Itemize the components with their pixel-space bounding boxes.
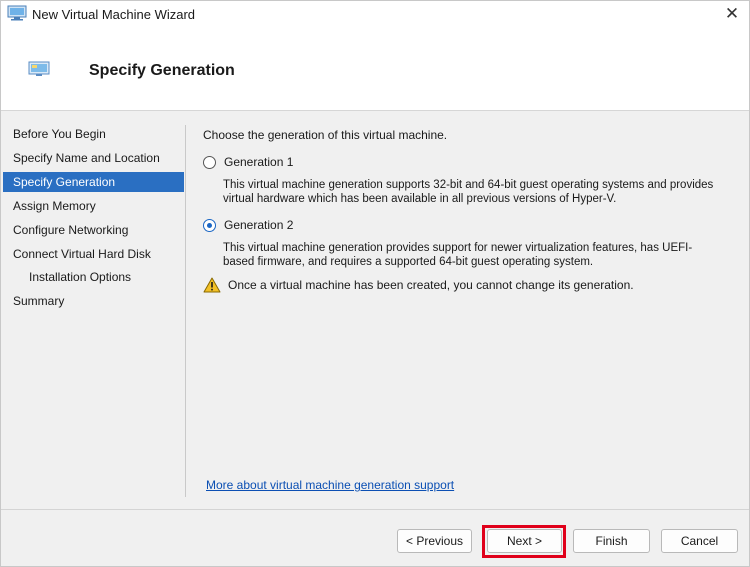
generation-1-option[interactable]: Generation 1 bbox=[203, 155, 293, 169]
wizard-window: New Virtual Machine Wizard ✕ Specify Gen… bbox=[0, 0, 750, 567]
nav-step-before-you-begin[interactable]: Before You Begin bbox=[3, 124, 184, 144]
intro-text: Choose the generation of this virtual ma… bbox=[203, 128, 448, 142]
generation-1-radio[interactable] bbox=[203, 155, 216, 169]
footer-divider bbox=[1, 509, 749, 510]
vm-monitor-icon bbox=[28, 61, 50, 76]
wizard-steps-nav: Before You Begin Specify Name and Locati… bbox=[1, 112, 185, 497]
page-header: Specify Generation bbox=[1, 29, 749, 111]
nav-step-specify-name-location[interactable]: Specify Name and Location bbox=[3, 148, 184, 168]
generation-2-option[interactable]: Generation 2 bbox=[203, 218, 293, 232]
nav-step-specify-generation[interactable]: Specify Generation bbox=[3, 172, 184, 192]
nav-step-configure-networking[interactable]: Configure Networking bbox=[3, 220, 184, 240]
next-button[interactable]: Next > bbox=[487, 529, 562, 553]
generation-warning: Once a virtual machine has been created,… bbox=[203, 277, 634, 293]
generation-2-label[interactable]: Generation 2 bbox=[224, 218, 293, 232]
generation-1-description: This virtual machine generation supports… bbox=[223, 179, 714, 205]
title-bar: New Virtual Machine Wizard ✕ bbox=[1, 1, 749, 29]
generation-1-label[interactable]: Generation 1 bbox=[224, 155, 293, 169]
nav-step-installation-options[interactable]: Installation Options bbox=[3, 267, 184, 287]
nav-divider bbox=[185, 125, 186, 497]
nav-step-summary[interactable]: Summary bbox=[3, 291, 184, 311]
more-about-generation-link[interactable]: More about virtual machine generation su… bbox=[206, 478, 454, 492]
page-title: Specify Generation bbox=[89, 62, 235, 79]
nav-step-assign-memory[interactable]: Assign Memory bbox=[3, 196, 184, 216]
previous-button[interactable]: < Previous bbox=[397, 529, 472, 553]
nav-step-connect-virtual-hard-disk[interactable]: Connect Virtual Hard Disk bbox=[3, 244, 184, 264]
warning-text: Once a virtual machine has been created,… bbox=[228, 278, 634, 292]
generation-2-description: This virtual machine generation provides… bbox=[223, 242, 693, 268]
cancel-button[interactable]: Cancel bbox=[661, 529, 738, 553]
warning-icon bbox=[203, 277, 221, 293]
finish-button[interactable]: Finish bbox=[573, 529, 650, 553]
generation-2-radio[interactable] bbox=[203, 218, 216, 232]
close-icon[interactable]: ✕ bbox=[721, 3, 743, 25]
vm-monitor-icon bbox=[7, 5, 27, 21]
window-title: New Virtual Machine Wizard bbox=[32, 7, 196, 22]
